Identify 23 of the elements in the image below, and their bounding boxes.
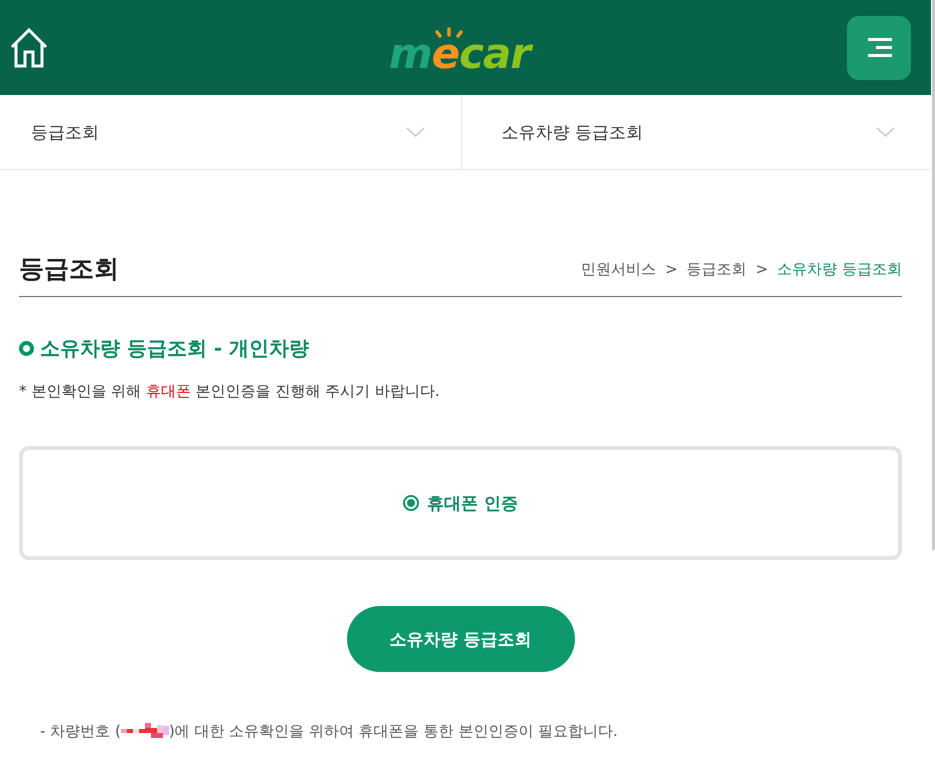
menu-icon (868, 38, 892, 57)
ring-bullet-icon (19, 340, 34, 356)
auth-option[interactable]: 휴대폰 인증 (403, 492, 518, 514)
breadcrumb-link[interactable]: 소유차량 등급조회 (777, 260, 902, 278)
breadcrumb-link[interactable]: 민원서비스 (581, 260, 656, 278)
menu-button[interactable] (847, 16, 911, 80)
chevron-down-icon (876, 127, 895, 137)
submit-button[interactable]: 소유차량 등급조회 (346, 606, 574, 672)
breadcrumb-separator: > (665, 260, 678, 278)
footnote-text: )에 대한 소유확인을 위하여 휴대폰을 통한 본인인증이 필요합니다. (168, 721, 618, 742)
logo-text: mecar (388, 38, 530, 68)
redaction-mosaic (120, 723, 169, 739)
notice-text: * 본인확인을 위해 휴대폰 본인인증을 진행해 주시기 바랍니다. (19, 381, 441, 402)
footnote-text: - 차량번호 ( (40, 721, 121, 742)
breadcrumb-link[interactable]: 등급조회 (686, 260, 747, 278)
sun-rays-icon (434, 26, 464, 38)
section-heading: 소유차량 등급조회 - 개인차량 (40, 335, 310, 362)
scrollbar-thumb[interactable] (932, 0, 935, 550)
chevron-down-icon (406, 127, 424, 137)
home-button[interactable] (10, 28, 48, 68)
home-icon (10, 28, 48, 68)
page-title: 등급조회 (19, 253, 119, 285)
breadcrumb-separator: > (756, 260, 768, 278)
